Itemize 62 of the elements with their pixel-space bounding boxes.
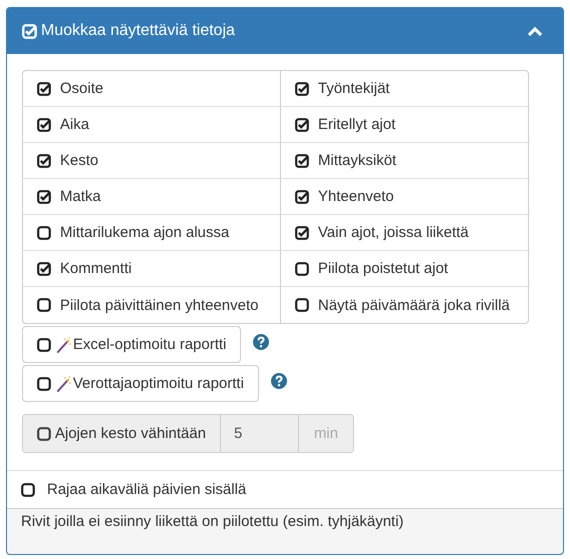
- option-label: Mittarilukema ajon alussa: [60, 224, 230, 241]
- panel-title: Muokkaa näytettäviä tietoja: [41, 22, 235, 40]
- option-label: Vain ajot, joissa liikettä: [318, 224, 469, 241]
- checkbox-icon[interactable]: [37, 298, 51, 312]
- option-item[interactable]: Matka: [23, 179, 281, 215]
- checked-checkbox-icon[interactable]: [295, 82, 309, 96]
- magic-wand-icon: [57, 336, 71, 352]
- option-item[interactable]: Piilota poistetut ajot: [281, 251, 530, 287]
- unit-label: min: [298, 415, 354, 452]
- checkbox-icon[interactable]: [21, 482, 35, 496]
- range-option[interactable]: Rajaa aikaväliä päivien sisällä: [7, 470, 563, 509]
- magic-wand-icon: [57, 376, 71, 392]
- option-label: Matka: [60, 188, 101, 205]
- help-icon[interactable]: [253, 334, 270, 350]
- checked-checkbox-icon[interactable]: [37, 82, 51, 96]
- option-label: Piilota poistetut ajot: [318, 260, 448, 277]
- option-label: Eritellyt ajot: [318, 116, 396, 133]
- report-option[interactable]: Excel-optimoitu raportti: [22, 326, 242, 363]
- duration-label: Ajojen kesto vähintään: [55, 425, 206, 442]
- checked-checkbox-icon[interactable]: [295, 118, 309, 132]
- note-text: Rivit joilla ei esiinny liikettä on piilotettu (esim. tyhjäkäynti): [21, 513, 404, 530]
- report-option[interactable]: Verottajaoptimoitu raportti: [22, 365, 259, 402]
- option-label: Piilota päivittäinen yhteenveto: [60, 296, 258, 314]
- report-label: Verottajaoptimoitu raportti: [73, 375, 244, 392]
- checkbox-icon[interactable]: [295, 262, 309, 276]
- option-item[interactable]: Näytä päivämäärä joka rivillä: [281, 287, 530, 323]
- option-item[interactable]: Piilota päivittäinen yhteenveto: [23, 287, 281, 323]
- option-label: Osoite: [60, 80, 104, 97]
- checked-checkbox-icon[interactable]: [295, 154, 309, 168]
- option-item[interactable]: Vain ajot, joissa liikettä: [281, 215, 530, 251]
- option-label: Työntekijät: [318, 80, 390, 97]
- checked-checkbox-icon[interactable]: [37, 118, 51, 132]
- checkbox-icon[interactable]: [37, 338, 51, 352]
- checkbox-icon[interactable]: [37, 226, 51, 240]
- option-label: Näytä päivämäärä joka rivillä: [318, 296, 510, 314]
- option-label: Kesto: [60, 152, 98, 169]
- option-item[interactable]: Työntekijät: [281, 71, 530, 107]
- range-label: Rajaa aikaväliä päivien sisällä: [47, 481, 246, 498]
- option-item[interactable]: Osoite: [23, 71, 281, 107]
- option-item[interactable]: Eritellyt ajot: [281, 107, 530, 143]
- checked-checkbox-icon[interactable]: [295, 190, 309, 204]
- checkbox-icon[interactable]: [295, 298, 309, 312]
- option-item[interactable]: Yhteenveto: [281, 179, 530, 215]
- option-item[interactable]: Kesto: [23, 143, 281, 179]
- option-label: Kommentti: [60, 260, 132, 277]
- option-item[interactable]: Mittayksiköt: [281, 143, 530, 179]
- help-icon[interactable]: [270, 372, 287, 388]
- checked-checkbox-icon[interactable]: [37, 154, 51, 168]
- option-label: Yhteenveto: [318, 188, 394, 205]
- checked-checkbox-icon[interactable]: [37, 190, 51, 204]
- checked-checkbox-icon[interactable]: [295, 226, 309, 240]
- checkbox-icon: [22, 24, 37, 38]
- chevron-up-icon[interactable]: [527, 25, 543, 37]
- checkbox-icon[interactable]: [37, 376, 51, 390]
- option-item[interactable]: Mittarilukema ajon alussa: [23, 215, 281, 251]
- option-label: Aika: [60, 116, 90, 133]
- option-item[interactable]: Aika: [23, 107, 281, 143]
- option-item[interactable]: Kommentti: [23, 251, 281, 287]
- checked-checkbox-icon[interactable]: [37, 262, 51, 276]
- option-label: Mittayksiköt: [318, 152, 396, 169]
- panel-header[interactable]: Muokkaa näytettäviä tietoja: [7, 8, 563, 54]
- report-label: Excel-optimoitu raportti: [73, 336, 226, 353]
